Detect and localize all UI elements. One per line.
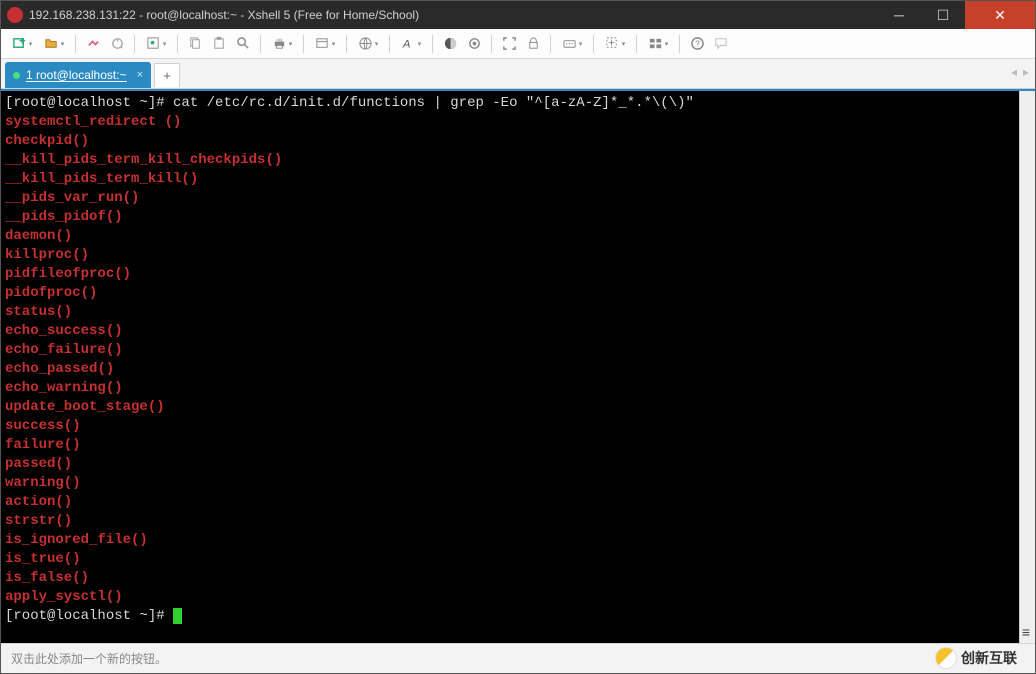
help-button[interactable]: ? bbox=[686, 33, 708, 55]
toolbar-separator bbox=[432, 35, 433, 53]
new-session-button[interactable] bbox=[7, 33, 37, 55]
svg-text:A: A bbox=[402, 38, 411, 50]
toolbar-separator bbox=[389, 35, 390, 53]
properties-button[interactable] bbox=[141, 33, 171, 55]
svg-text:?: ? bbox=[695, 38, 700, 48]
toolbar-separator bbox=[636, 35, 637, 53]
main-toolbar: A ? bbox=[1, 29, 1035, 59]
new-tab-button[interactable]: + bbox=[154, 63, 180, 87]
tab-nav: ◂ ▸ bbox=[1011, 65, 1029, 79]
encoding-button[interactable] bbox=[353, 33, 383, 55]
window-titlebar: 192.168.238.131:22 - root@localhost:~ - … bbox=[1, 1, 1035, 29]
keyboard-button[interactable] bbox=[557, 33, 587, 55]
toolbar-separator bbox=[134, 35, 135, 53]
add-button[interactable] bbox=[600, 33, 630, 55]
app-icon bbox=[7, 7, 23, 23]
watermark-text: 创新互联 bbox=[961, 648, 1017, 668]
toolbar-separator bbox=[303, 35, 304, 53]
scrollbar[interactable] bbox=[1019, 91, 1035, 643]
toolbar-separator bbox=[593, 35, 594, 53]
status-bar: 双击此处添加一个新的按钮。 创新互联 bbox=[1, 643, 1035, 673]
toolbar-separator bbox=[550, 35, 551, 53]
close-button[interactable]: ✕ bbox=[965, 1, 1035, 29]
tab-close-icon[interactable]: × bbox=[137, 69, 143, 81]
connect-button[interactable] bbox=[82, 33, 104, 55]
toolbar-separator bbox=[679, 35, 680, 53]
lock-button[interactable] bbox=[522, 33, 544, 55]
feedback-button[interactable] bbox=[710, 33, 732, 55]
copy-button[interactable] bbox=[184, 33, 206, 55]
print-button[interactable] bbox=[267, 33, 297, 55]
font-button[interactable]: A bbox=[396, 33, 426, 55]
watermark: 创新互联 bbox=[935, 647, 1017, 669]
status-hint: 双击此处添加一个新的按钮。 bbox=[11, 650, 167, 667]
find-button[interactable] bbox=[232, 33, 254, 55]
toolbar-separator bbox=[75, 35, 76, 53]
tab-session-1[interactable]: 1 root@localhost:~ × bbox=[5, 62, 151, 88]
tab-prev-icon[interactable]: ◂ bbox=[1011, 65, 1017, 79]
color-scheme-button[interactable] bbox=[439, 33, 461, 55]
tab-bar: 1 root@localhost:~ × + ◂ ▸ bbox=[1, 59, 1035, 89]
toolbar-separator bbox=[177, 35, 178, 53]
window-title: 192.168.238.131:22 - root@localhost:~ - … bbox=[29, 8, 877, 22]
view-button[interactable] bbox=[310, 33, 340, 55]
layout-button[interactable] bbox=[643, 33, 673, 55]
watermark-icon bbox=[935, 647, 957, 669]
open-button[interactable] bbox=[39, 33, 69, 55]
reconnect-button[interactable] bbox=[106, 33, 128, 55]
minimize-button[interactable]: ─ bbox=[877, 1, 921, 29]
maximize-button[interactable]: ☐ bbox=[921, 1, 965, 29]
highlight-button[interactable] bbox=[463, 33, 485, 55]
toolbar-separator bbox=[260, 35, 261, 53]
paste-button[interactable] bbox=[208, 33, 230, 55]
window-controls: ─ ☐ ✕ bbox=[877, 1, 1035, 29]
toolbar-separator bbox=[346, 35, 347, 53]
tab-label: 1 root@localhost:~ bbox=[26, 68, 127, 82]
terminal-container: [root@localhost ~]# cat /etc/rc.d/init.d… bbox=[1, 89, 1035, 643]
toolbar-separator bbox=[491, 35, 492, 53]
menu-icon[interactable]: ≡ bbox=[1022, 624, 1030, 640]
tab-next-icon[interactable]: ▸ bbox=[1023, 65, 1029, 79]
connection-status-icon bbox=[13, 72, 20, 79]
terminal[interactable]: [root@localhost ~]# cat /etc/rc.d/init.d… bbox=[1, 91, 1019, 643]
fullscreen-button[interactable] bbox=[498, 33, 520, 55]
